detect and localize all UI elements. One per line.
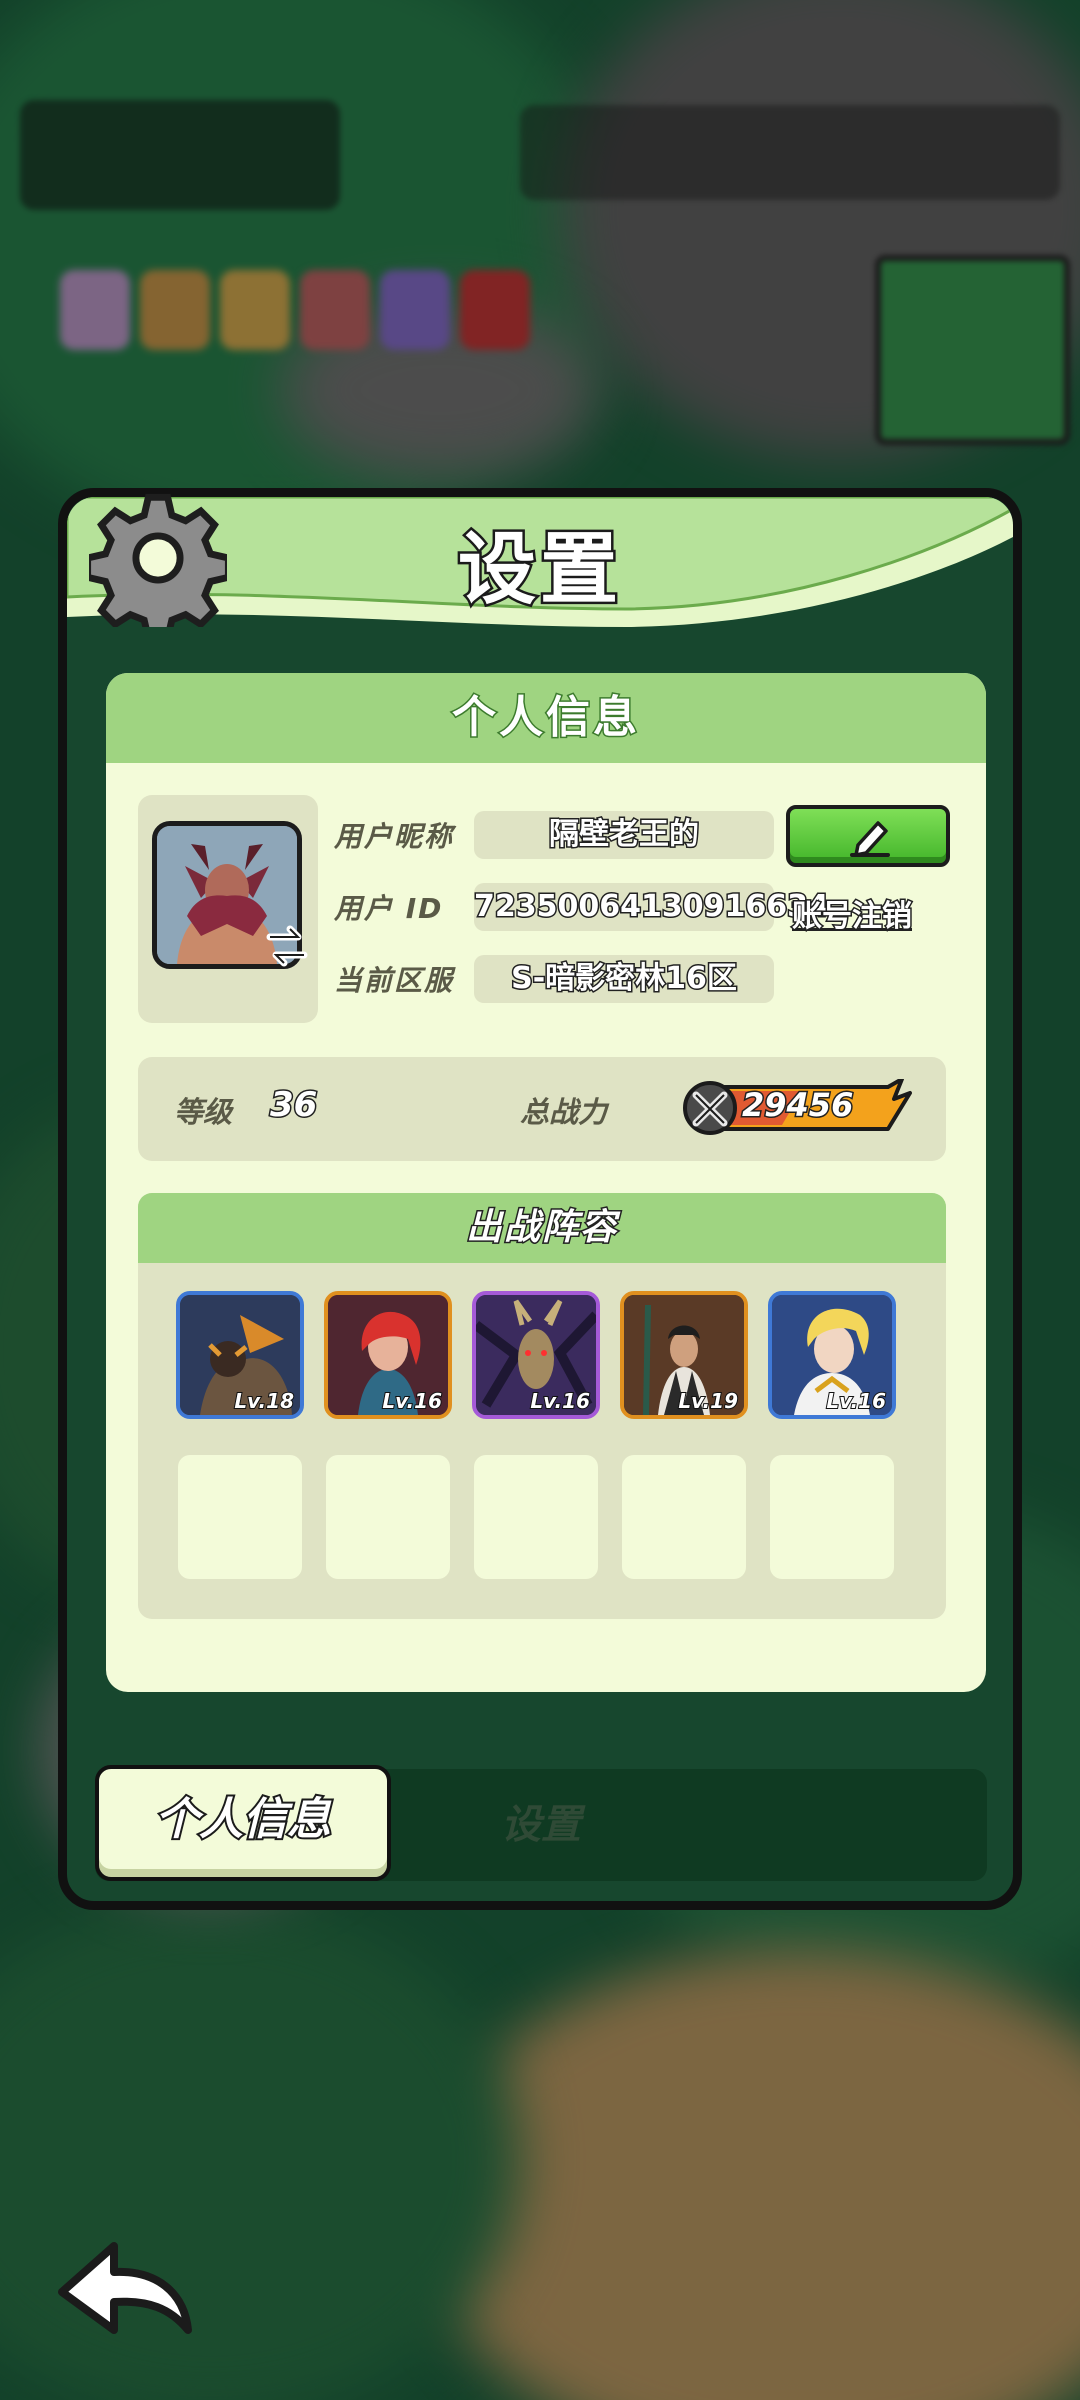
tab-bar: 个人信息 设置 <box>95 1765 987 1881</box>
tab-profile[interactable]: 个人信息 <box>95 1765 391 1881</box>
avatar-box <box>138 795 318 1023</box>
hero-level: Lv.16 <box>529 1388 591 1414</box>
profile-card-title: 个人信息 <box>106 673 986 763</box>
lineup-title: 出战阵容 <box>138 1193 946 1263</box>
edit-nickname-button[interactable] <box>786 805 950 867</box>
server-label: 当前区服 <box>334 964 455 997</box>
hero-slot-4[interactable]: Lv.19 <box>620 1291 748 1419</box>
profile-card: 个人信息 用户昵称 隔壁老王的 用户 ID 72350064130916634 … <box>106 673 986 1692</box>
settings-panel: 设置 个人信息 用户昵称 隔壁老王的 用户 ID 723500641309166… <box>58 488 1022 1910</box>
empty-lineup-slot[interactable] <box>622 1455 746 1579</box>
power-value: 29456 <box>740 1085 854 1126</box>
hero-level: Lv.19 <box>677 1388 739 1414</box>
empty-lineup-slot[interactable] <box>474 1455 598 1579</box>
hero-level: Lv.16 <box>825 1388 887 1414</box>
empty-lineup-slot[interactable] <box>326 1455 450 1579</box>
power-label: 总战力 <box>520 1095 608 1129</box>
empty-lineup-slot[interactable] <box>770 1455 894 1579</box>
level-label: 等级 <box>174 1095 233 1129</box>
hero-level: Lv.18 <box>233 1388 295 1414</box>
back-arrow-icon <box>58 2242 192 2334</box>
server-field: S-暗影密林16区 <box>474 955 774 1003</box>
hero-slot-5[interactable]: Lv.16 <box>768 1291 896 1419</box>
tab-settings[interactable]: 设置 <box>391 1769 691 1881</box>
battle-lineup: 出战阵容 Lv.18 Lv.16 Lv.16 Lv.19 Lv.16 <box>138 1193 946 1619</box>
nickname-label: 用户昵称 <box>334 820 455 853</box>
hero-slot-1[interactable]: Lv.18 <box>176 1291 304 1419</box>
nickname-field: 隔壁老王的 <box>474 811 774 859</box>
pencil-icon <box>850 821 890 857</box>
account-deregister-link[interactable]: 账号注销 <box>791 891 914 936</box>
back-button[interactable] <box>52 2230 202 2340</box>
user-id-field: 72350064130916634 <box>473 883 830 931</box>
hero-slot-3[interactable]: Lv.16 <box>472 1291 600 1419</box>
empty-lineup-slot[interactable] <box>178 1455 302 1579</box>
hero-slot-2[interactable]: Lv.16 <box>324 1291 452 1419</box>
stats-row: 等级 36 总战力 29456 <box>138 1057 946 1161</box>
user-id-label: 用户 ID <box>334 892 444 925</box>
level-value: 36 <box>268 1084 318 1127</box>
swords-icon <box>683 1081 737 1135</box>
gear-icon <box>89 493 227 627</box>
hero-level: Lv.16 <box>381 1388 443 1414</box>
swap-icon[interactable] <box>264 925 310 967</box>
